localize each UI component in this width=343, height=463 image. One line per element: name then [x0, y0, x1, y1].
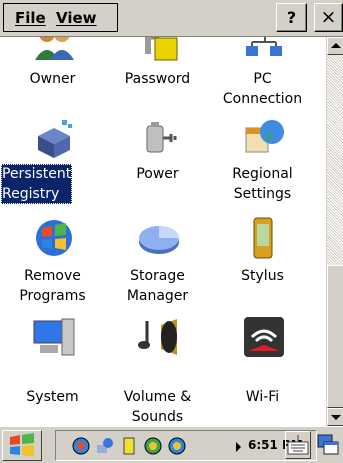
- item-label-line: Sounds: [131, 409, 184, 425]
- item-label-line: Settings: [233, 186, 292, 202]
- item-label: Regional Settings: [210, 164, 315, 204]
- owner-icon: [32, 37, 76, 64]
- menu-bar: File View ? ×: [0, 0, 343, 37]
- item-pc-connection[interactable]: PC Connection: [210, 37, 315, 119]
- item-system[interactable]: System: [0, 315, 105, 420]
- taskbar: 6:51 PM: [0, 426, 343, 463]
- item-owner[interactable]: Owner: [0, 37, 105, 119]
- menu-view[interactable]: View: [56, 9, 97, 27]
- regional-settings-icon: [242, 116, 286, 160]
- item-label-line: Volume &: [123, 389, 192, 405]
- item-label: Storage Manager: [105, 266, 210, 306]
- item-label-line: Registry: [2, 186, 60, 202]
- wifi-icon: [242, 315, 286, 359]
- task-switch-icon[interactable]: [316, 432, 341, 458]
- item-regional-settings[interactable]: Regional Settings: [210, 116, 315, 221]
- item-label-line: Programs: [19, 288, 86, 304]
- battery-icon[interactable]: [120, 437, 138, 455]
- item-storage-manager[interactable]: Storage Manager: [105, 216, 210, 321]
- item-label-line: Manager: [126, 288, 189, 304]
- item-volume-sounds[interactable]: Volume & Sounds: [105, 315, 210, 425]
- help-button[interactable]: ?: [276, 3, 307, 32]
- remove-programs-icon: [32, 216, 76, 260]
- item-label: Remove Programs: [0, 266, 105, 306]
- arrow-up-icon: [331, 43, 341, 48]
- item-label: Volume & Sounds: [105, 387, 210, 426]
- tray-expand-arrow-icon[interactable]: [236, 442, 241, 452]
- item-persistent-registry[interactable]: Persistent Registry: [0, 116, 105, 221]
- keyboard-glyph-icon: [287, 435, 309, 455]
- item-label: Owner: [29, 71, 76, 87]
- scroll-up-button[interactable]: [327, 37, 343, 55]
- sync-icon[interactable]: [96, 437, 114, 455]
- volume-sounds-icon: [137, 315, 181, 359]
- item-label: Power: [136, 166, 179, 182]
- storage-manager-icon: [137, 216, 181, 260]
- item-label: Persistent Registry: [1, 164, 73, 204]
- scroll-thumb[interactable]: [327, 265, 343, 408]
- vertical-scrollbar[interactable]: [326, 37, 343, 426]
- power-icon: [137, 116, 181, 160]
- item-label: PC Connection: [210, 69, 315, 109]
- item-label-line: Regional: [232, 166, 293, 182]
- system-icon: [32, 315, 76, 359]
- radio-ball-icon[interactable]: [168, 437, 186, 455]
- item-label-line: PC: [253, 71, 272, 87]
- item-label: Password: [124, 71, 191, 87]
- item-label: Wi-Fi: [245, 389, 280, 405]
- keyboard-icon[interactable]: [285, 431, 311, 459]
- item-label-line: Storage: [130, 268, 185, 284]
- item-label-line: Remove: [24, 268, 81, 284]
- item-remove-programs[interactable]: Remove Programs: [0, 216, 105, 321]
- item-power[interactable]: Power: [105, 116, 210, 221]
- control-panel-grid: Owner Password PC Connection Persistent …: [0, 37, 326, 426]
- stylus-icon: [242, 216, 286, 260]
- start-button[interactable]: [2, 430, 42, 461]
- persistent-registry-icon: [32, 116, 76, 160]
- status-ball-icon[interactable]: [144, 437, 162, 455]
- scroll-down-button[interactable]: [327, 408, 343, 426]
- close-button[interactable]: ×: [314, 3, 343, 32]
- system-tray: 6:51 PM: [55, 430, 317, 461]
- item-stylus[interactable]: Stylus: [210, 216, 315, 321]
- item-password[interactable]: Password: [105, 37, 210, 119]
- item-label-line: Connection: [222, 91, 303, 107]
- menu-frame: File View: [3, 3, 118, 32]
- item-wifi[interactable]: Wi-Fi: [210, 315, 315, 420]
- item-label: System: [26, 389, 79, 405]
- network-ball-icon[interactable]: [72, 437, 90, 455]
- item-label-line: Persistent: [2, 166, 72, 182]
- arrow-down-icon: [331, 415, 341, 420]
- pc-connection-icon: [242, 37, 286, 64]
- password-icon: [137, 37, 181, 64]
- menu-file[interactable]: File: [15, 9, 46, 27]
- item-label: Stylus: [241, 268, 284, 284]
- windows-flag-icon: [10, 433, 34, 457]
